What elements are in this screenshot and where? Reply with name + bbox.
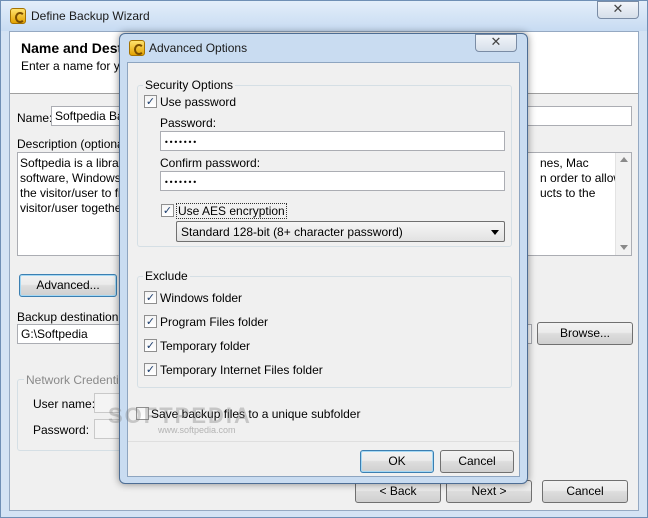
exclude-temporary-checkbox[interactable]: ✓ — [144, 339, 157, 352]
dialog-title: Advanced Options — [149, 41, 248, 55]
description-text-right: nes, Mac n order to allow ucts to the — [540, 156, 623, 200]
dialog-titlebar[interactable]: Advanced Options ✕ — [120, 34, 527, 62]
dialog-cancel-button[interactable]: Cancel — [440, 450, 514, 473]
exclude-temporary-label: Temporary folder — [160, 339, 251, 353]
exclude-label: Exclude — [143, 269, 190, 283]
chevron-down-icon — [491, 230, 499, 235]
confirm-password-value: ••••••• — [164, 178, 198, 187]
use-aes-label: Use AES encryption — [176, 203, 287, 219]
password-label: Password: — [160, 116, 217, 130]
browse-button[interactable]: Browse... — [537, 322, 633, 345]
user-name-label: User name: — [33, 397, 96, 411]
confirm-password-label: Confirm password: — [160, 156, 261, 170]
security-options-label: Security Options — [143, 78, 236, 92]
advanced-button[interactable]: Advanced... — [19, 274, 117, 297]
use-password-label: Use password — [160, 95, 237, 109]
wizard-header-subtitle: Enter a name for you — [21, 59, 134, 73]
wizard-cancel-button[interactable]: Cancel — [542, 480, 628, 503]
wizard-close-button[interactable]: ✕ — [597, 1, 639, 19]
use-password-checkbox[interactable]: ✓ — [144, 95, 157, 108]
backup-destination-value: G:\Softpedia — [21, 327, 88, 341]
network-password-label: Password: — [33, 423, 90, 437]
encryption-select[interactable]: Standard 128-bit (8+ character password) — [176, 221, 505, 242]
exclude-internet-files-checkbox[interactable]: ✓ — [144, 363, 157, 376]
name-label: Name: — [17, 111, 53, 125]
scroll-down-icon[interactable] — [620, 245, 628, 250]
backup-destination-label: Backup destination: — [17, 310, 122, 324]
advanced-options-dialog: Advanced Options ✕ Security Options ✓ Us… — [108, 33, 528, 484]
description-label: Description (optional): — [17, 137, 134, 151]
wizard-header-title: Name and Dest — [21, 40, 123, 56]
softpedia-watermark-url: www.softpedia.com — [158, 425, 236, 435]
exclude-internet-files-label: Temporary Internet Files folder — [160, 363, 323, 377]
dialog-content: Security Options ✓ Use password Password… — [108, 62, 520, 477]
dialog-close-button[interactable]: ✕ — [475, 34, 517, 52]
exclude-program-files-label: Program Files folder — [160, 315, 269, 329]
wizard-titlebar[interactable]: Define Backup Wizard ✕ — [1, 1, 647, 31]
password-value: ••••••• — [164, 138, 198, 147]
use-aes-checkbox[interactable]: ✓ — [161, 204, 174, 217]
ok-button[interactable]: OK — [360, 450, 434, 473]
dialog-footer: OK Cancel — [128, 441, 519, 476]
description-scrollbar[interactable] — [615, 153, 631, 255]
password-field[interactable]: ••••••• — [160, 131, 505, 151]
exclude-windows-label: Windows folder — [160, 291, 243, 305]
exclude-windows-checkbox[interactable]: ✓ — [144, 291, 157, 304]
scroll-up-icon[interactable] — [620, 157, 628, 162]
exclude-program-files-checkbox[interactable]: ✓ — [144, 315, 157, 328]
confirm-password-field[interactable]: ••••••• — [160, 171, 505, 191]
dialog-app-icon — [129, 40, 145, 56]
app-icon — [10, 8, 26, 24]
wizard-title: Define Backup Wizard — [31, 9, 150, 23]
encryption-selected-value: Standard 128-bit (8+ character password) — [181, 225, 403, 239]
